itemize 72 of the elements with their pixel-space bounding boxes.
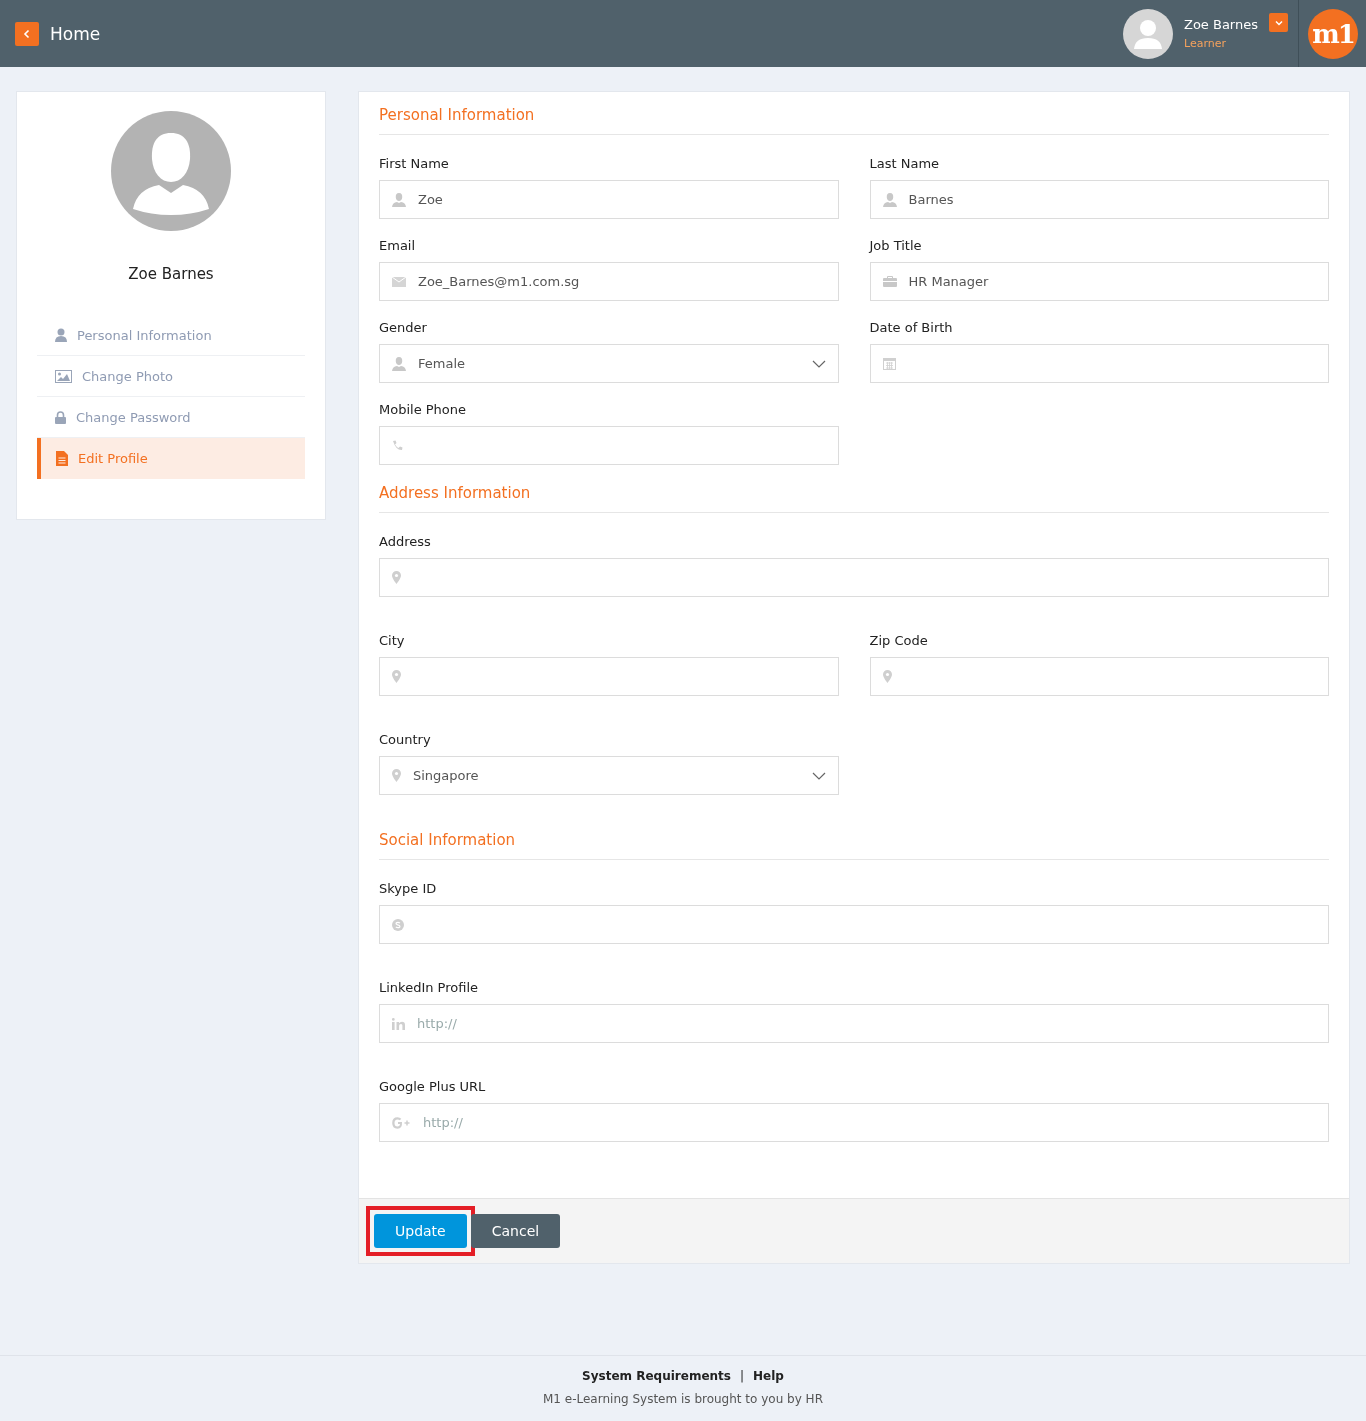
envelope-icon <box>392 276 406 287</box>
back-button[interactable] <box>15 21 39 46</box>
person-icon <box>55 328 67 342</box>
footer-note: M1 e-Learning System is brought to you by HR <box>543 1392 823 1406</box>
field-value: Singapore <box>413 768 479 783</box>
document-icon <box>56 451 68 466</box>
field-label: Address <box>379 534 432 550</box>
calendar-icon <box>882 357 896 370</box>
linkedin-icon <box>392 1017 405 1030</box>
map-pin-icon <box>392 769 401 782</box>
map-pin-icon <box>882 670 892 683</box>
field-label: LinkedIn Profile <box>379 980 480 996</box>
user-role: Learner <box>1184 37 1228 50</box>
user-icon <box>392 356 406 371</box>
input-field[interactable] <box>379 657 839 696</box>
field-value: Zoe <box>418 192 443 207</box>
chevron-down-icon <box>811 359 826 368</box>
field-label: Google Plus URL <box>379 1079 487 1095</box>
input-field[interactable] <box>869 344 1329 383</box>
field-label: City <box>379 633 406 649</box>
section-title: Personal Information <box>379 106 1329 135</box>
input-field[interactable] <box>379 905 1329 944</box>
avatar-icon <box>111 111 231 231</box>
profile-name: Zoe Barnes <box>128 265 214 283</box>
field-value: Zoe_Barnes@m1.com.sg <box>418 274 580 289</box>
field-value: HR Manager <box>908 274 989 289</box>
briefcase-icon <box>882 276 897 287</box>
map-pin-icon <box>392 571 401 584</box>
user-icon <box>392 192 406 207</box>
skype-icon <box>392 918 404 931</box>
image-icon <box>55 369 72 383</box>
field-label: Gender <box>379 320 428 336</box>
input-field[interactable] <box>379 558 1329 597</box>
field-value: Female <box>418 356 465 371</box>
field-placeholder: http:// <box>423 1115 463 1130</box>
field-label: Last Name <box>869 156 941 172</box>
google-plus-icon <box>392 1116 411 1129</box>
input-field[interactable] <box>379 426 839 465</box>
chevron-left-icon <box>22 28 32 39</box>
lock-icon <box>55 410 66 424</box>
link-separator: | <box>740 1369 745 1383</box>
field-label: Email <box>379 238 417 254</box>
user-name: Zoe Barnes <box>1184 17 1258 32</box>
update-button[interactable]: Update <box>374 1214 467 1248</box>
user-menu-button[interactable] <box>1269 13 1288 32</box>
section-title: Social Information <box>379 831 1329 860</box>
field-placeholder: http:// <box>417 1016 457 1031</box>
input-field[interactable]: HR Manager <box>869 262 1329 301</box>
field-label: Date of Birth <box>869 320 954 336</box>
phone-icon <box>392 440 403 451</box>
footer-link[interactable]: System Requirements <box>582 1369 731 1383</box>
input-field[interactable]: Barnes <box>869 180 1329 219</box>
field-label: Job Title <box>869 238 923 254</box>
input-field[interactable] <box>869 657 1329 696</box>
select-field[interactable]: Female <box>379 344 839 383</box>
cancel-button[interactable]: Cancel <box>470 1214 561 1248</box>
section-title: Address Information <box>379 484 1329 513</box>
user-avatar-icon[interactable] <box>1123 8 1173 59</box>
field-label: Zip Code <box>869 633 929 649</box>
map-pin-icon <box>392 670 401 683</box>
chevron-down-icon <box>811 771 826 780</box>
input-field[interactable]: Zoe <box>379 180 839 219</box>
field-label: Skype ID <box>379 881 438 897</box>
input-field[interactable]: Zoe_Barnes@m1.com.sg <box>379 262 839 301</box>
select-field[interactable]: Singapore <box>379 756 839 795</box>
home-link[interactable]: Home <box>50 23 101 44</box>
field-value: Barnes <box>908 192 954 207</box>
user-icon <box>882 192 897 207</box>
field-label: Country <box>379 732 432 748</box>
field-label: First Name <box>379 156 450 172</box>
field-label: Mobile Phone <box>379 402 468 418</box>
footer-link[interactable]: Help <box>753 1369 784 1383</box>
